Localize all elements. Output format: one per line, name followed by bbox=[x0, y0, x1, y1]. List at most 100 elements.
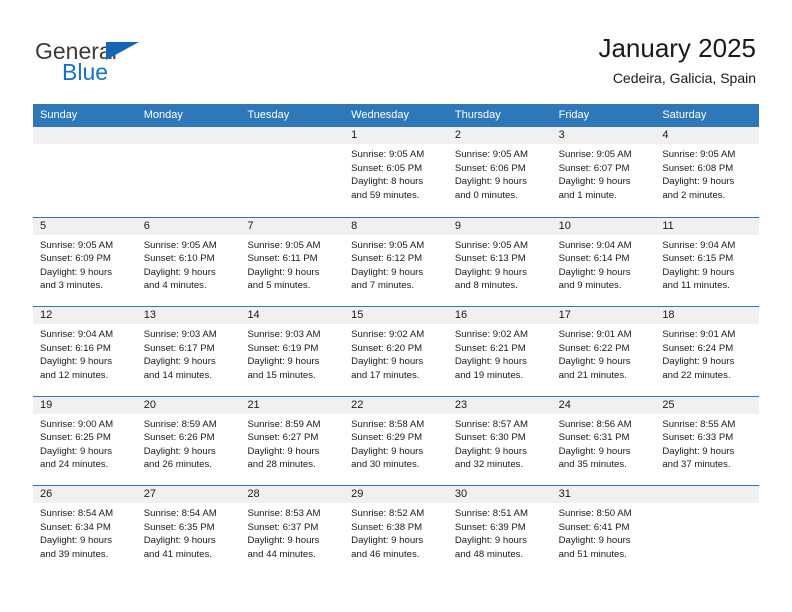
day-detail-line: Sunset: 6:37 PM bbox=[247, 521, 319, 533]
day-cell[interactable]: 20 Sunrise: 8:59 AM Sunset: 6:26 PM Dayligh… bbox=[136, 396, 241, 486]
day-number: 9 bbox=[447, 217, 552, 235]
day-details: Sunrise: 8:58 AM Sunset: 6:29 PM Daylight:… bbox=[344, 414, 448, 472]
day-detail-line: Daylight: 9 hours bbox=[247, 356, 320, 368]
day-cell[interactable]: 22 Sunrise: 8:58 AM Sunset: 6:29 PM Dayligh… bbox=[344, 396, 448, 486]
day-details: Sunrise: 8:57 AM Sunset: 6:30 PM Daylight:… bbox=[448, 414, 552, 472]
calendar-weeks: 1 Sunrise: 9:05 AM Sunset: 6:05 PM Daylight… bbox=[33, 127, 760, 575]
day-cell[interactable]: 10 Sunrise: 9:04 AM Sunset: 6:14 PM Dayligh… bbox=[551, 217, 656, 307]
day-detail-line: Sunrise: 8:53 AM bbox=[247, 508, 321, 519]
day-details: Sunrise: 9:05 AM Sunset: 6:05 PM Daylight:… bbox=[344, 144, 448, 202]
day-number: 3 bbox=[551, 127, 656, 144]
day-detail-line: Sunset: 6:12 PM bbox=[351, 253, 423, 265]
day-details: Sunrise: 8:59 AM Sunset: 6:26 PM Daylight:… bbox=[137, 414, 241, 472]
day-cell[interactable]: 18 Sunrise: 9:01 AM Sunset: 6:24 PM Dayligh… bbox=[655, 307, 760, 396]
day-detail-line: Sunset: 6:08 PM bbox=[662, 162, 734, 174]
day-cell[interactable]: 26 Sunrise: 8:54 AM Sunset: 6:34 PM Dayligh… bbox=[33, 486, 137, 575]
day-detail-line: Daylight: 9 hours bbox=[558, 535, 631, 547]
day-details bbox=[240, 144, 344, 148]
day-cell[interactable]: 24 Sunrise: 8:56 AM Sunset: 6:31 PM Dayligh… bbox=[551, 396, 656, 486]
day-detail-line: and 26 minutes. bbox=[143, 459, 212, 471]
day-detail-line: Sunrise: 9:04 AM bbox=[40, 329, 114, 340]
day-cell[interactable]: 25 Sunrise: 8:55 AM Sunset: 6:33 PM Dayligh… bbox=[655, 396, 760, 486]
day-cell[interactable]: 5 Sunrise: 9:05 AM Sunset: 6:09 PM Daylight… bbox=[33, 217, 137, 307]
day-cell[interactable]: 27 Sunrise: 8:54 AM Sunset: 6:35 PM Dayligh… bbox=[136, 486, 241, 575]
day-detail-line: Sunrise: 9:05 AM bbox=[143, 239, 217, 251]
day-detail-line: Daylight: 9 hours bbox=[454, 445, 527, 457]
day-cell[interactable]: 3 Sunrise: 9:05 AM Sunset: 6:07 PM Daylight… bbox=[551, 127, 656, 217]
day-number bbox=[240, 127, 345, 144]
day-cell[interactable]: 7 Sunrise: 9:05 AM Sunset: 6:11 PM Daylight… bbox=[240, 217, 345, 307]
day-cell[interactable]: 4 Sunrise: 9:05 AM Sunset: 6:08 PM Daylight… bbox=[655, 127, 760, 217]
day-detail-line: and 46 minutes. bbox=[351, 548, 420, 560]
day-detail-line: Daylight: 9 hours bbox=[351, 266, 424, 278]
day-detail-line: and 14 minutes. bbox=[143, 369, 212, 381]
weekday-header-sunday: Sunday bbox=[40, 109, 78, 121]
day-number: 13 bbox=[136, 307, 241, 324]
day-detail-line: Sunrise: 9:04 AM bbox=[662, 239, 736, 251]
day-detail-line: Sunset: 6:29 PM bbox=[351, 432, 423, 444]
day-number: 10 bbox=[551, 217, 656, 235]
day-cell[interactable]: 9 Sunrise: 9:05 AM Sunset: 6:13 PM Daylight… bbox=[447, 217, 552, 307]
day-detail-line: and 5 minutes. bbox=[247, 280, 311, 292]
day-detail-line: and 17 minutes. bbox=[351, 369, 420, 381]
day-detail-line: Sunset: 6:07 PM bbox=[558, 162, 630, 174]
day-details: Sunrise: 9:05 AM Sunset: 6:06 PM Daylight:… bbox=[448, 144, 552, 202]
day-cell[interactable]: 30 Sunrise: 8:51 AM Sunset: 6:39 PM Dayligh… bbox=[447, 486, 552, 575]
day-detail-line: Daylight: 9 hours bbox=[40, 356, 112, 368]
day-details: Sunrise: 9:05 AM Sunset: 6:09 PM Daylight:… bbox=[33, 235, 137, 293]
page-title: January 2025 bbox=[598, 33, 756, 63]
day-cell[interactable]: 6 Sunrise: 9:05 AM Sunset: 6:10 PM Daylight… bbox=[136, 217, 241, 307]
day-detail-line: Daylight: 9 hours bbox=[558, 176, 631, 188]
day-details: Sunrise: 9:05 AM Sunset: 6:12 PM Daylight:… bbox=[344, 235, 448, 293]
day-detail-line: and 59 minutes. bbox=[351, 189, 420, 201]
day-details: Sunrise: 8:52 AM Sunset: 6:38 PM Daylight:… bbox=[344, 503, 448, 561]
day-detail-line: Daylight: 9 hours bbox=[143, 445, 216, 457]
day-cell[interactable]: 29 Sunrise: 8:52 AM Sunset: 6:38 PM Dayligh… bbox=[344, 486, 448, 575]
day-detail-line: Sunset: 6:05 PM bbox=[351, 162, 423, 174]
day-detail-line: Sunset: 6:24 PM bbox=[662, 342, 734, 354]
day-number: 7 bbox=[240, 217, 345, 235]
day-detail-line: Sunset: 6:27 PM bbox=[247, 432, 319, 444]
day-number: 21 bbox=[240, 396, 345, 414]
weekday-header-tuesday: Tuesday bbox=[247, 109, 290, 121]
general-blue-logo[interactable]: General Blue bbox=[35, 38, 335, 88]
day-cell[interactable]: 11 Sunrise: 9:04 AM Sunset: 6:15 PM Dayligh… bbox=[655, 217, 760, 307]
day-details: Sunrise: 8:56 AM Sunset: 6:31 PM Daylight:… bbox=[552, 414, 656, 472]
day-detail-line: Sunset: 6:16 PM bbox=[40, 342, 111, 354]
day-cell[interactable]: 2 Sunrise: 9:05 AM Sunset: 6:06 PM Daylight… bbox=[447, 127, 552, 217]
day-detail-line: Sunrise: 9:03 AM bbox=[143, 329, 217, 340]
day-cell[interactable]: 1 Sunrise: 9:05 AM Sunset: 6:05 PM Daylight… bbox=[344, 127, 448, 217]
day-cell[interactable]: 15 Sunrise: 9:02 AM Sunset: 6:20 PM Dayligh… bbox=[344, 307, 448, 396]
day-cell[interactable]: 19 Sunrise: 9:00 AM Sunset: 6:25 PM Dayligh… bbox=[33, 396, 137, 486]
day-detail-line: and 12 minutes. bbox=[40, 369, 109, 381]
day-detail-line: Daylight: 9 hours bbox=[558, 266, 631, 278]
day-detail-line: and 32 minutes. bbox=[454, 459, 524, 471]
day-detail-line: Sunrise: 9:00 AM bbox=[40, 418, 114, 430]
day-detail-line: and 0 minutes. bbox=[454, 189, 518, 201]
day-cell[interactable]: 28 Sunrise: 8:53 AM Sunset: 6:37 PM Dayligh… bbox=[240, 486, 345, 575]
day-cell[interactable]: 17 Sunrise: 9:01 AM Sunset: 6:22 PM Dayligh… bbox=[551, 307, 656, 396]
day-detail-line: Sunset: 6:19 PM bbox=[247, 342, 319, 354]
day-number: 11 bbox=[655, 217, 760, 235]
day-cell[interactable]: 21 Sunrise: 8:59 AM Sunset: 6:27 PM Dayligh… bbox=[240, 396, 345, 486]
day-number: 14 bbox=[240, 307, 345, 324]
day-number: 18 bbox=[655, 307, 760, 324]
day-cell[interactable]: 16 Sunrise: 9:02 AM Sunset: 6:21 PM Dayligh… bbox=[447, 307, 552, 396]
day-cell[interactable]: 8 Sunrise: 9:05 AM Sunset: 6:12 PM Daylight… bbox=[344, 217, 448, 307]
day-detail-line: Daylight: 9 hours bbox=[40, 445, 112, 457]
calendar-page: General Blue January 2025 Cedeira, Galic… bbox=[0, 0, 792, 612]
day-cell[interactable]: 13 Sunrise: 9:03 AM Sunset: 6:17 PM Dayligh… bbox=[136, 307, 241, 396]
day-number: 4 bbox=[655, 127, 760, 144]
day-detail-line: Sunrise: 8:58 AM bbox=[351, 418, 425, 430]
day-detail-line: Sunrise: 9:05 AM bbox=[454, 149, 528, 160]
day-cell[interactable]: 14 Sunrise: 9:03 AM Sunset: 6:19 PM Dayligh… bbox=[240, 307, 345, 396]
day-detail-line: Daylight: 9 hours bbox=[351, 445, 424, 457]
day-cell[interactable]: 12 Sunrise: 9:04 AM Sunset: 6:16 PM Dayligh… bbox=[33, 307, 137, 396]
day-cell[interactable]: 23 Sunrise: 8:57 AM Sunset: 6:30 PM Dayligh… bbox=[447, 396, 552, 486]
day-detail-line: Sunset: 6:13 PM bbox=[454, 253, 526, 265]
day-number: 30 bbox=[447, 486, 552, 503]
day-detail-line: Sunrise: 9:02 AM bbox=[351, 329, 425, 340]
day-details: Sunrise: 9:05 AM Sunset: 6:07 PM Daylight:… bbox=[552, 144, 656, 202]
day-detail-line: and 39 minutes. bbox=[40, 548, 109, 560]
day-cell[interactable]: 31 Sunrise: 8:50 AM Sunset: 6:41 PM Dayligh… bbox=[551, 486, 656, 575]
